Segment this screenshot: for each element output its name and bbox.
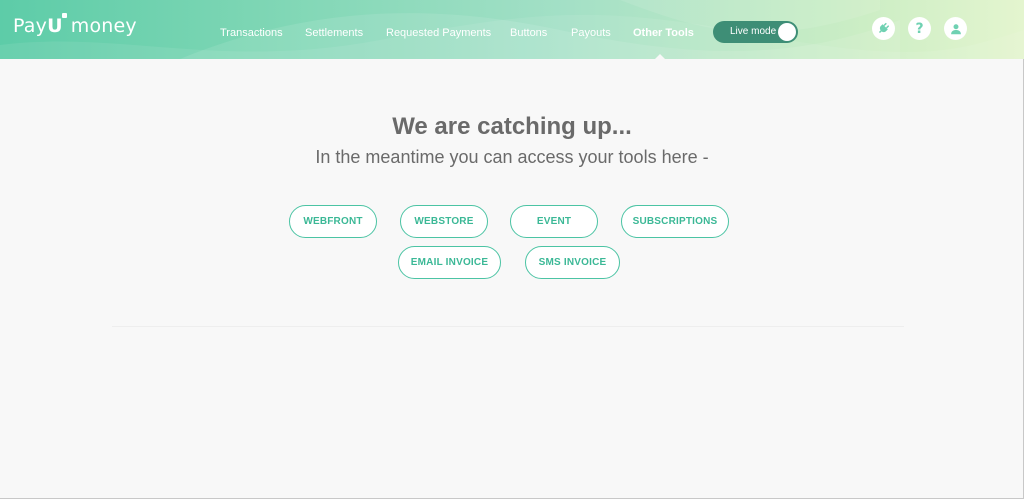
nav-item-requested-payments[interactable]: Requested Payments — [386, 27, 491, 39]
webfront-button[interactable]: WEBFRONT — [289, 205, 377, 238]
user-icon-glyph — [950, 23, 961, 34]
app-page: Pay U money Transactions Settlements Req… — [0, 0, 1024, 499]
event-button[interactable]: EVENT — [510, 205, 598, 238]
top-navbar: Pay U money Transactions Settlements Req… — [0, 0, 1024, 59]
toggle-knob — [778, 23, 796, 41]
webstore-button[interactable]: WEBSTORE — [400, 205, 488, 238]
help-icon-glyph: ? — [915, 20, 924, 37]
page-title: We are catching up... — [392, 113, 632, 140]
plug-icon[interactable] — [872, 17, 895, 40]
sms-invoice-button[interactable]: SMS INVOICE — [525, 246, 620, 279]
main-nav: Transactions Settlements Requested Payme… — [0, 27, 720, 41]
page-subtitle: In the meantime you can access your tool… — [315, 147, 709, 167]
content-divider — [112, 326, 904, 327]
live-mode-label: Live mode — [730, 26, 777, 37]
nav-item-other-tools[interactable]: Other Tools — [633, 27, 694, 39]
nav-item-transactions[interactable]: Transactions — [220, 27, 283, 39]
user-icon[interactable] — [944, 17, 967, 40]
subscriptions-button[interactable]: SUBSCRIPTIONS — [621, 205, 729, 238]
nav-item-buttons[interactable]: Buttons — [510, 27, 547, 39]
nav-item-settlements[interactable]: Settlements — [305, 27, 363, 39]
email-invoice-button[interactable]: EMAIL INVOICE — [398, 246, 501, 279]
nav-item-payouts[interactable]: Payouts — [571, 27, 611, 39]
active-nav-caret — [655, 54, 665, 59]
help-icon[interactable]: ? — [908, 17, 931, 40]
plug-icon-glyph — [878, 22, 890, 34]
live-mode-toggle[interactable]: Live mode — [713, 21, 798, 43]
